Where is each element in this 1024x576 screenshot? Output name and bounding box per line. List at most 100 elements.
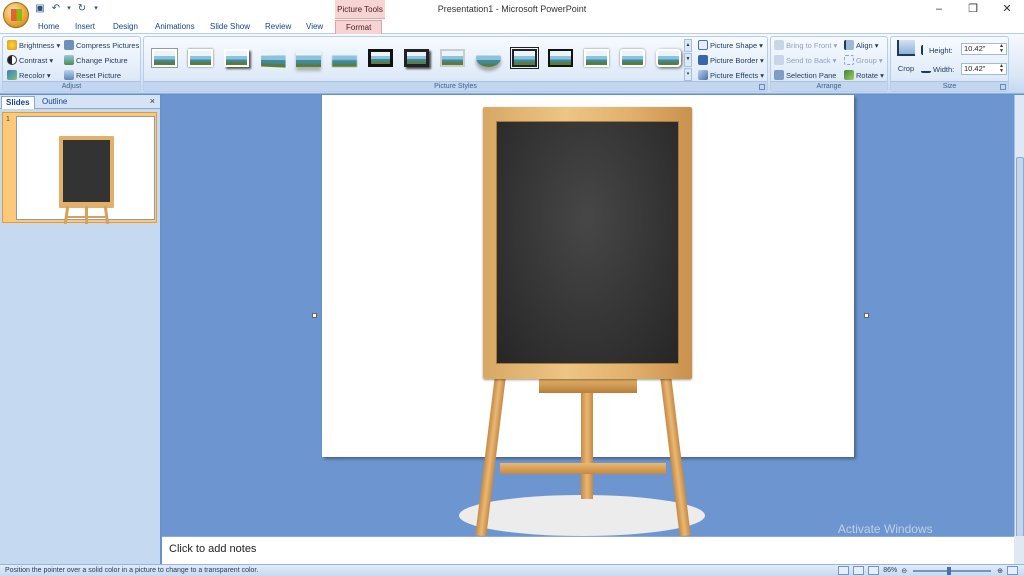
style-thick-black-frame[interactable] [364,43,397,75]
style-black-matte[interactable] [400,43,433,75]
minimize-icon[interactable]: – [922,0,956,20]
compress-icon [64,40,74,50]
restore-icon[interactable]: ❐ [956,0,990,20]
chevron-down-icon: ▾ [759,40,763,50]
crop-label: Crop [897,64,915,73]
office-button[interactable] [3,2,29,28]
zoom-out-icon[interactable]: ⊖ [901,567,907,575]
chevron-down-icon: ▾ [878,55,883,65]
style-soft-edge-rect[interactable] [328,43,361,75]
style-bevel[interactable] [436,43,469,75]
width-field[interactable]: 10.42" ▲ ▼ [961,63,1007,75]
styles-scroll-up-icon[interactable]: ▲ [684,39,692,53]
style-drop-shadow[interactable] [220,43,253,75]
picture-border-button[interactable]: Picture Border ▾ [698,55,764,65]
size-group-label: Size [891,81,1008,91]
group-icon [844,55,854,65]
picture-styles-group: ▲ ▼ ▾ Picture Shape ▾ Picture Border ▾ Pic… [143,36,768,92]
status-controls: 86% ⊖ ⊕ [838,566,1018,575]
width-label-group: Width: [921,65,954,74]
easel-thumbnail [59,136,114,225]
selection-pane-label: Selection Pane [786,70,837,80]
zoom-level[interactable]: 86% [883,567,897,574]
style-perspective[interactable] [256,43,289,75]
recolor-icon [7,70,17,80]
zoom-in-icon[interactable]: ⊕ [997,567,1003,575]
bring-to-front-label: Bring to Front [786,40,832,50]
resize-handle-right[interactable] [864,313,869,318]
slide-thumbnail-1[interactable]: 1 [2,112,157,225]
resize-handle-left[interactable] [312,313,317,318]
selection-pane-button[interactable]: Selection Pane [774,70,836,80]
width-spinner-icon[interactable]: ▲ ▼ [999,64,1004,74]
width-label: Width: [933,65,955,74]
height-spinner-icon[interactable]: ▲ ▼ [999,44,1004,54]
chevron-down-icon: ▾ [880,70,884,80]
window-controls: – ❐ ✕ [922,0,1024,20]
group-button[interactable]: Group ▾ [844,55,883,65]
style-reflected[interactable] [292,43,325,75]
normal-view-icon[interactable] [838,566,850,575]
tab-design[interactable]: Design [113,22,138,31]
zoom-slider[interactable] [913,566,992,575]
style-rounded-shadow[interactable] [652,43,685,75]
picture-effects-button[interactable]: Picture Effects ▾ [698,70,764,80]
change-picture-button[interactable]: Change Picture [64,55,128,65]
style-rotated-white[interactable] [580,43,613,75]
tab-slides[interactable]: Slides [1,96,35,109]
slide-editing-area [162,95,1014,536]
align-button[interactable]: Align ▾ [844,40,878,50]
height-field[interactable]: 10.42" ▲ ▼ [961,43,1007,55]
tab-insert[interactable]: Insert [75,22,95,31]
tab-view[interactable]: View [306,22,323,31]
easel-floor-shadow [459,495,705,536]
tab-home[interactable]: Home [38,22,59,31]
tab-format[interactable]: Format [335,20,383,34]
style-thin-black[interactable] [544,43,577,75]
style-soft-edge[interactable] [184,43,217,75]
slide-sorter-view-icon[interactable] [853,566,865,575]
recolor-button[interactable]: Recolor ▾ [7,70,51,80]
crop-button[interactable]: Crop [895,40,917,78]
tab-outline[interactable]: Outline [38,96,71,109]
bring-to-front-button[interactable]: Bring to Front ▾ [774,40,837,50]
styles-scroll-down-icon[interactable]: ▼ [684,53,692,67]
fit-to-window-icon[interactable] [1007,566,1018,575]
easel-ledge [539,377,637,393]
tab-review[interactable]: Review [265,22,291,31]
height-label-group: Height: [921,45,953,55]
brightness-button[interactable]: Brightness ▾ [7,40,60,50]
rotate-label: Rotate [856,70,879,80]
send-to-back-button[interactable]: Send to Back ▾ [774,55,836,65]
style-double-frame[interactable] [508,43,541,75]
chalkboard-surface [496,121,679,364]
bring-to-front-icon [774,40,784,50]
chevron-down-icon: ▾ [46,70,51,80]
tab-animations[interactable]: Animations [155,22,195,31]
notes-scroll-area [1014,536,1024,564]
vertical-scrollbar[interactable] [1014,95,1024,537]
tab-slide-show[interactable]: Slide Show [210,22,250,31]
scrollbar-thumb[interactable] [1016,157,1024,537]
size-launcher-icon[interactable] [1000,84,1006,90]
close-icon[interactable]: ✕ [990,0,1024,20]
style-oval[interactable] [472,43,505,75]
contrast-button[interactable]: Contrast ▾ [7,55,53,65]
close-panel-icon[interactable]: × [150,96,155,106]
chevron-down-icon: ▾ [874,40,879,50]
style-rounded[interactable] [616,43,649,75]
style-simple-frame[interactable] [148,43,181,75]
compress-pictures-button[interactable]: Compress Pictures [64,40,139,50]
picture-shape-button[interactable]: Picture Shape ▾ [698,40,763,50]
picture-styles-gallery [148,40,686,80]
reset-picture-button[interactable]: Reset Picture [64,70,121,80]
rotate-button[interactable]: Rotate ▾ [844,70,884,80]
zoom-slider-thumb[interactable] [947,566,952,575]
picture-border-label: Picture Border [710,55,758,65]
slide-show-view-icon[interactable] [868,566,880,575]
height-icon [921,45,927,55]
styles-more-icon[interactable]: ▾ [684,67,692,81]
easel-chalkboard-frame[interactable] [483,107,692,379]
picture-styles-launcher-icon[interactable] [759,84,765,90]
slide-number: 1 [6,116,10,123]
